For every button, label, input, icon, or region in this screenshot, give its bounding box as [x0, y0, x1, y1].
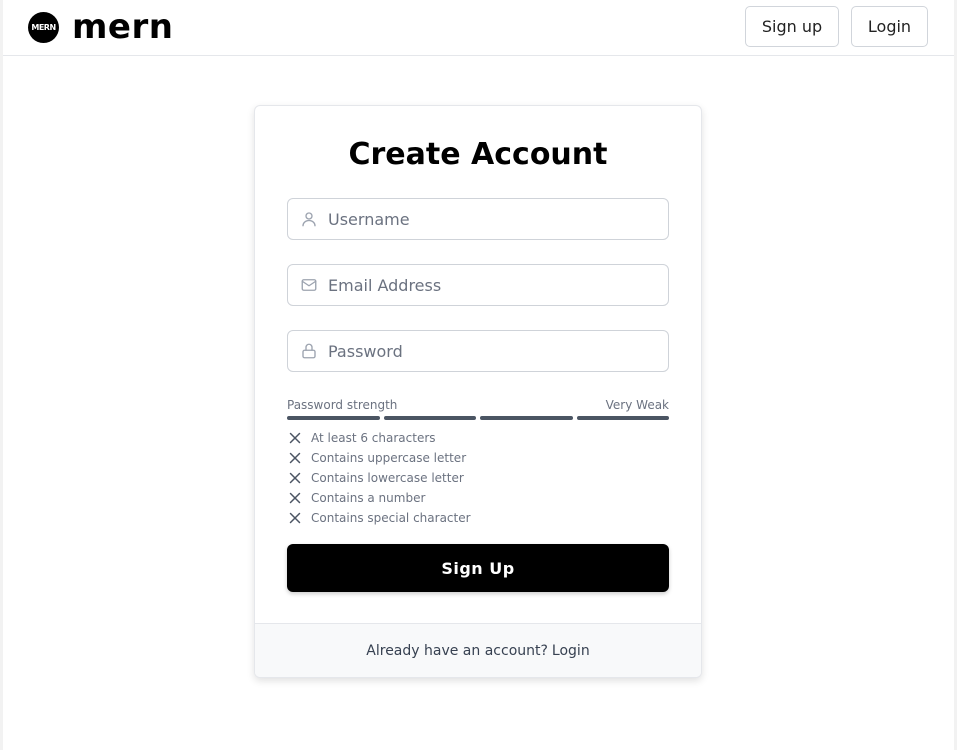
requirement-item: Contains a number — [287, 488, 669, 508]
strength-bar — [383, 416, 476, 420]
password-strength-meter — [287, 416, 669, 420]
nav-login-button[interactable]: Login — [851, 6, 928, 47]
nav-signup-button[interactable]: Sign up — [745, 6, 839, 47]
signup-submit-button[interactable]: Sign Up — [287, 544, 669, 592]
logo-badge[interactable]: MERN — [28, 12, 59, 43]
password-strength-value: Very Weak — [605, 398, 669, 412]
card-footer: Already have an account? Login — [255, 623, 701, 677]
strength-bar — [576, 416, 669, 420]
requirement-item: At least 6 characters — [287, 428, 669, 448]
top-navbar: MERN mern Sign up Login — [3, 0, 954, 56]
page-title: Create Account — [348, 137, 608, 172]
login-link[interactable]: Login — [552, 643, 590, 659]
mail-icon — [301, 279, 317, 291]
password-input[interactable] — [328, 331, 658, 371]
requirement-item: Contains uppercase letter — [287, 448, 669, 468]
requirement-text: Contains special character — [311, 511, 471, 525]
email-input[interactable] — [328, 265, 658, 305]
username-field[interactable] — [287, 198, 669, 240]
requirement-text: Contains a number — [311, 491, 426, 505]
requirement-text: Contains lowercase letter — [311, 471, 464, 485]
x-icon — [287, 450, 303, 466]
brand-name[interactable]: mern — [72, 7, 173, 47]
requirement-text: Contains uppercase letter — [311, 451, 467, 465]
strength-bar — [480, 416, 573, 420]
strength-bar — [287, 416, 380, 420]
user-icon — [302, 212, 316, 227]
x-icon — [287, 470, 303, 486]
footer-text: Already have an account? — [366, 642, 548, 659]
password-requirements: At least 6 characters Contains uppercase… — [287, 428, 669, 528]
password-field[interactable] — [287, 330, 669, 372]
x-icon — [287, 510, 303, 526]
page-frame-left — [0, 0, 3, 750]
x-icon — [287, 430, 303, 446]
x-icon — [287, 490, 303, 506]
password-strength-row: Password strength Very Weak — [287, 398, 669, 412]
email-field[interactable] — [287, 264, 669, 306]
requirement-text: At least 6 characters — [311, 431, 436, 445]
requirement-item: Contains special character — [287, 508, 669, 528]
username-input[interactable] — [328, 199, 658, 239]
lock-icon — [302, 343, 316, 359]
requirement-item: Contains lowercase letter — [287, 468, 669, 488]
signup-card: Create Account Password strength Very We… — [254, 105, 702, 678]
password-strength-label: Password strength — [287, 398, 398, 412]
